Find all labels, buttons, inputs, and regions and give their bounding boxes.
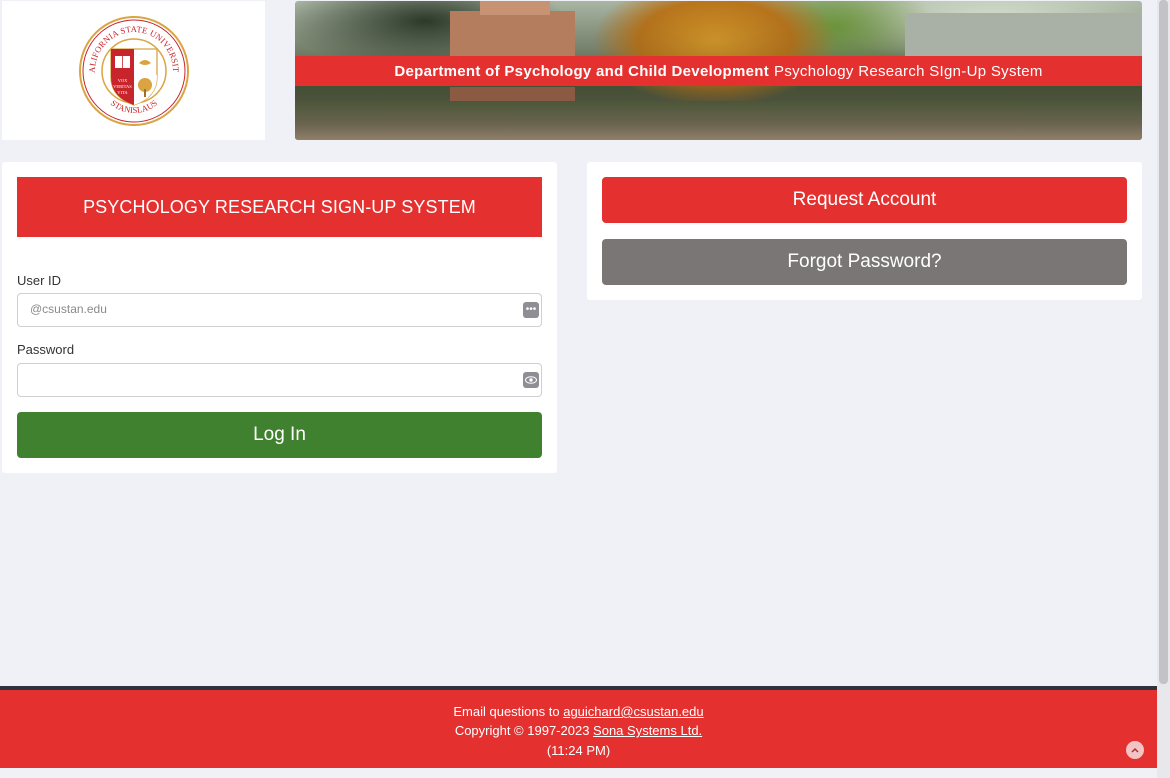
login-button[interactable]: Log In — [17, 412, 542, 458]
banner-title-strip: Department of Psychology and Child Devel… — [295, 56, 1142, 86]
banner-department: Department of Psychology and Child Devel… — [394, 62, 770, 80]
dots-icon[interactable]: ••• — [523, 302, 539, 318]
footer-company-link[interactable]: Sona Systems Ltd. — [593, 723, 702, 738]
logo-panel: CALIFORNIA STATE UNIVERSITY STANISLAUS V… — [2, 1, 265, 140]
header-banner: Department of Psychology and Child Devel… — [295, 1, 1142, 140]
eye-icon[interactable] — [523, 372, 539, 388]
user-id-input[interactable] — [18, 294, 522, 324]
seal-motto-1: VOX — [117, 78, 127, 83]
password-field — [17, 363, 542, 397]
account-actions-panel: Request Account Forgot Password? — [587, 162, 1142, 300]
scrollbar[interactable] — [1157, 0, 1170, 778]
university-seal-logo: CALIFORNIA STATE UNIVERSITY STANISLAUS V… — [78, 15, 189, 126]
seal-motto-3: VITA — [117, 90, 128, 95]
banner-system-name: Psychology Research SIgn-Up System — [774, 62, 1043, 80]
login-title: PSYCHOLOGY RESEARCH SIGN-UP SYSTEM — [17, 177, 542, 237]
chevron-up-icon[interactable] — [1126, 741, 1144, 759]
footer-copyright-line: Copyright © 1997-2023 Sona Systems Ltd. — [0, 723, 1157, 738]
footer-copyright: Copyright © 1997-2023 — [454, 723, 594, 738]
forgot-password-button[interactable]: Forgot Password? — [602, 239, 1127, 285]
password-label: Password — [17, 342, 75, 357]
password-input[interactable] — [18, 364, 522, 394]
footer-email-prefix: Email questions to — [453, 704, 564, 719]
seal-motto-2: VERITAS — [113, 84, 132, 89]
user-id-field: ••• — [17, 293, 542, 327]
login-panel: PSYCHOLOGY RESEARCH SIGN-UP SYSTEM User … — [2, 162, 557, 473]
footer: Email questions to aguichard@csustan.edu… — [0, 686, 1157, 768]
footer-email-link[interactable]: aguichard@csustan.edu — [563, 704, 703, 719]
footer-time: (11:24 PM) — [546, 743, 611, 758]
scrollbar-thumb[interactable] — [1159, 0, 1168, 684]
footer-email-line: Email questions to aguichard@csustan.edu — [0, 704, 1157, 719]
user-id-label: User ID — [17, 273, 62, 288]
request-account-button[interactable]: Request Account — [602, 177, 1127, 223]
